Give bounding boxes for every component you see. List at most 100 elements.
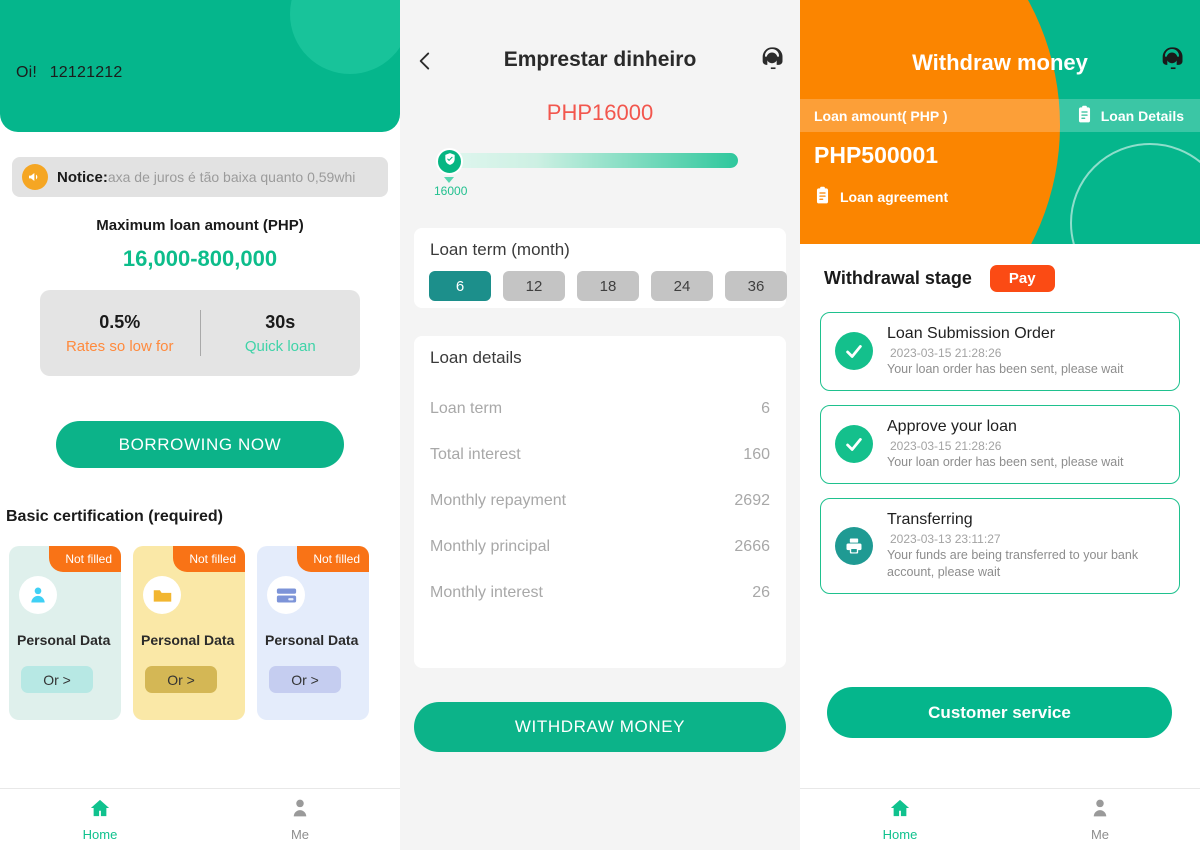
screen-borrow: Emprestar dinheiro PHP16000 16000 Loan t… xyxy=(400,0,800,850)
slider-knob[interactable] xyxy=(436,148,463,175)
check-icon xyxy=(835,425,873,464)
withdrawal-stage-title: Withdrawal stage xyxy=(824,268,972,288)
detail-value: 160 xyxy=(743,446,770,463)
nav-item-home-label: Home xyxy=(882,826,918,842)
loan-details-title: Loan details xyxy=(430,348,522,367)
home-icon xyxy=(889,798,911,823)
nav-item-me-label: Me xyxy=(1090,826,1110,842)
bottom-navigation: Home Me xyxy=(800,788,1200,850)
detail-value: 2692 xyxy=(734,492,770,509)
page-title: Withdraw money xyxy=(912,50,1088,75)
cert-card-label: Personal Data xyxy=(141,632,235,648)
detail-row: Monthly interest 26 xyxy=(430,570,770,616)
basic-certification-title: Basic certification (required) xyxy=(6,508,223,525)
detail-label: Loan term xyxy=(430,400,503,417)
stat-speed-caption: Quick loan xyxy=(244,337,316,355)
notice-text: axa de juros é tão baixa quanto 0,59whi xyxy=(107,169,356,185)
slider-track[interactable] xyxy=(450,153,738,168)
slider-value-label: 16000 xyxy=(434,184,468,198)
stat-speed: 30s Quick loan xyxy=(201,312,361,355)
loan-amount-display: PHP16000 xyxy=(546,100,654,125)
loan-term-options: 6 12 18 24 36 xyxy=(429,271,787,301)
nav-item-me[interactable]: Me xyxy=(1000,798,1200,842)
term-option-6[interactable]: 6 xyxy=(429,271,491,301)
person-icon xyxy=(290,798,310,823)
detail-label: Monthly interest xyxy=(430,584,543,601)
page-title: Emprestar dinheiro xyxy=(503,48,697,71)
stage-description: Your loan order has been sent, please wa… xyxy=(887,362,1124,376)
stage-name: Loan Submission Order xyxy=(887,325,1056,342)
clipboard-icon xyxy=(814,186,831,208)
app-screenshots: Oi! 12121212 Notice: axa de juros é tão … xyxy=(0,0,1200,850)
cert-card-bank-card[interactable]: Not filled Personal Data Or > xyxy=(257,546,369,720)
nav-item-me-label: Me xyxy=(290,826,310,842)
borrowing-now-button[interactable]: BORROWING NOW xyxy=(56,421,344,468)
loan-term-title: Loan term (month) xyxy=(430,240,570,259)
status-badge: Not filled xyxy=(297,546,369,572)
person-icon xyxy=(19,576,57,614)
stage-body: Transferring 2023-03-13 23:11:27 Your fu… xyxy=(887,511,1165,581)
notice-bar[interactable]: Notice: axa de juros é tão baixa quanto … xyxy=(12,157,388,197)
customer-service-button[interactable]: Customer service xyxy=(827,687,1172,738)
cert-card-action[interactable]: Or > xyxy=(21,666,93,693)
detail-value: 26 xyxy=(752,584,770,601)
nav-item-home[interactable]: Home xyxy=(800,798,1000,842)
loan-agreement-link[interactable]: Loan agreement xyxy=(814,186,948,208)
headset-icon[interactable] xyxy=(1158,45,1186,78)
megaphone-icon xyxy=(22,164,48,190)
detail-value: 6 xyxy=(761,400,770,417)
decorative-ring-icon xyxy=(1070,143,1200,244)
cert-card-label: Personal Data xyxy=(17,632,111,648)
clipboard-icon xyxy=(1076,105,1093,127)
stat-speed-value: 30s xyxy=(265,311,296,332)
stage-timestamp: 2023-03-15 21:28:26 xyxy=(890,346,1002,360)
check-icon xyxy=(835,332,873,371)
nav-item-home[interactable]: Home xyxy=(0,798,200,842)
stat-rate-caption: Rates so low for xyxy=(65,337,174,355)
home-icon xyxy=(89,798,111,823)
printer-icon xyxy=(835,526,873,565)
stat-rate-value: 0.5% xyxy=(99,311,141,332)
stat-rate: 0.5% Rates so low for xyxy=(40,312,200,355)
cert-card-documents[interactable]: Not filled Personal Data Or > xyxy=(133,546,245,720)
stage-card: Loan Submission Order 2023-03-15 21:28:2… xyxy=(820,312,1180,391)
greeting-text: Oi! xyxy=(16,64,38,81)
stage-description: Your funds are being transferred to your… xyxy=(887,547,1139,579)
detail-row: Loan term 6 xyxy=(430,386,770,432)
detail-label: Total interest xyxy=(430,446,521,463)
withdrawal-stage-list: Loan Submission Order 2023-03-15 21:28:2… xyxy=(820,312,1180,594)
person-icon xyxy=(1090,798,1110,823)
stage-description: Your loan order has been sent, please wa… xyxy=(887,454,1124,469)
detail-value: 2666 xyxy=(734,538,770,555)
term-option-36[interactable]: 36 xyxy=(725,271,787,301)
loan-amount-label: Loan amount( PHP ) xyxy=(814,107,948,124)
status-badge: Not filled xyxy=(49,546,121,572)
nav-item-me[interactable]: Me xyxy=(200,798,400,842)
loan-term-card: Loan term (month) 6 12 18 24 36 xyxy=(414,228,787,308)
loan-details-link-label: Loan Details xyxy=(1100,107,1184,124)
headset-icon[interactable] xyxy=(758,45,786,78)
certification-card-list: Not filled Personal Data Or > Not filled… xyxy=(9,546,369,720)
term-option-18[interactable]: 18 xyxy=(577,271,639,301)
detail-label: Monthly principal xyxy=(430,538,551,555)
cert-card-action[interactable]: Or > xyxy=(269,666,341,693)
cert-card-label: Personal Data xyxy=(265,632,359,648)
cert-card-personal-data[interactable]: Not filled Personal Data Or > xyxy=(9,546,121,720)
status-badge: Not filled xyxy=(173,546,245,572)
detail-row: Monthly repayment 2692 xyxy=(430,478,770,524)
term-option-12[interactable]: 12 xyxy=(503,271,565,301)
stage-card: Approve your loan 2023-03-15 21:28:26 Yo… xyxy=(820,404,1180,484)
slider-caret-icon xyxy=(444,177,454,183)
cert-card-action[interactable]: Or > xyxy=(145,666,217,693)
withdraw-money-button[interactable]: WITHDRAW MONEY xyxy=(414,702,786,752)
detail-row: Monthly principal 2666 xyxy=(430,524,770,570)
loan-details-link[interactable]: Loan Details xyxy=(1076,105,1184,127)
pay-button[interactable]: Pay xyxy=(989,265,1055,292)
stage-timestamp: 2023-03-15 21:28:26 xyxy=(890,438,1002,453)
shield-check-icon xyxy=(443,152,457,171)
max-loan-label: Maximum loan amount (PHP) xyxy=(96,217,304,234)
loan-details-card: Loan details Loan term 6 Total interest … xyxy=(414,336,786,668)
term-option-24[interactable]: 24 xyxy=(651,271,713,301)
loan-amount-subbar: Loan amount( PHP ) Loan Details xyxy=(800,99,1200,132)
detail-row: Total interest 160 xyxy=(430,432,770,478)
